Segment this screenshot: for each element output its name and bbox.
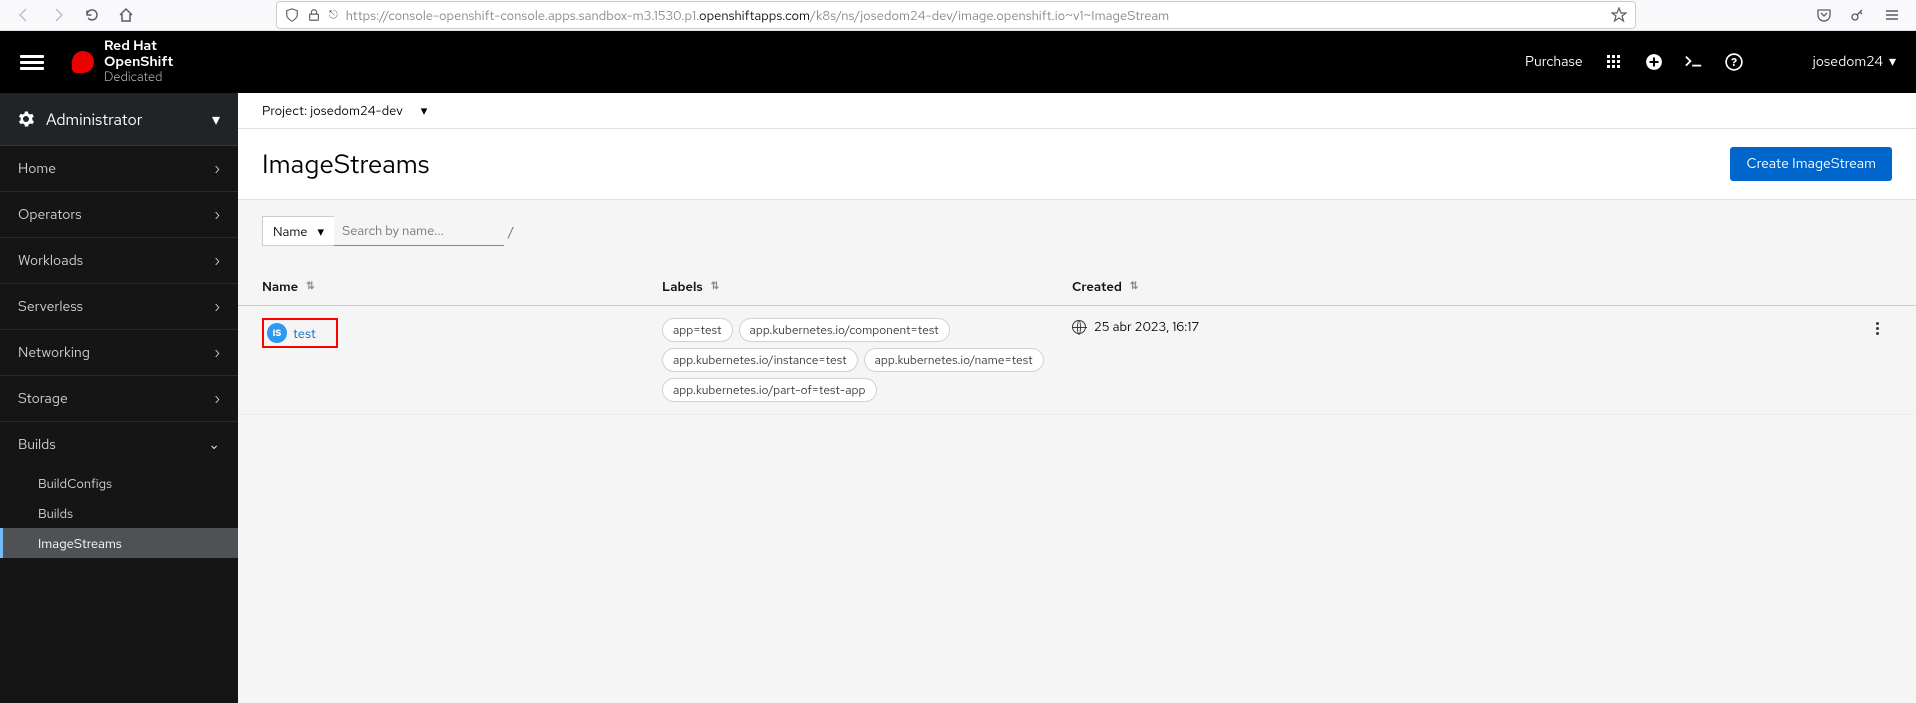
url-text: https://console-openshift-console.apps.s… bbox=[346, 7, 1603, 24]
pocket-icon[interactable] bbox=[1810, 1, 1838, 29]
grid-icon bbox=[1605, 53, 1623, 71]
shield-icon bbox=[285, 8, 299, 22]
perspective-label: Administrator bbox=[46, 109, 142, 130]
sidebar-item-storage[interactable]: Storage› bbox=[0, 376, 238, 422]
sort-icon: ⇅ bbox=[1130, 280, 1138, 293]
resource-name: test bbox=[293, 325, 316, 342]
gear-icon bbox=[18, 111, 34, 127]
col-created[interactable]: Created⇅ bbox=[1072, 268, 1892, 305]
question-circle-icon: ? bbox=[1725, 53, 1743, 71]
import-button[interactable] bbox=[1645, 53, 1663, 71]
browser-toolbar: ⎋ https://console-openshift-console.apps… bbox=[0, 0, 1916, 31]
chevron-right-icon: › bbox=[214, 390, 220, 408]
brand[interactable]: Red Hat OpenShift Dedicated bbox=[72, 39, 173, 84]
url-bar[interactable]: ⎋ https://console-openshift-console.apps… bbox=[276, 1, 1636, 29]
terminal-button[interactable] bbox=[1685, 53, 1703, 71]
create-imagestream-button[interactable]: Create ImageStream bbox=[1730, 147, 1892, 181]
label-pill[interactable]: app.kubernetes.io/component=test bbox=[739, 318, 950, 342]
created-timestamp: 25 abr 2023, 16:17 bbox=[1094, 318, 1199, 335]
page-header: ImageStreams Create ImageStream bbox=[238, 129, 1916, 200]
imagestream-table: Name⇅ Labels⇅ Created⇅ IS test app=test … bbox=[238, 268, 1916, 415]
created-cell: 25 abr 2023, 16:17 bbox=[1072, 318, 1862, 402]
project-label: Project: bbox=[262, 102, 307, 119]
resource-badge-icon: IS bbox=[267, 323, 287, 343]
filter-toolbar: Name▾ / bbox=[238, 200, 1916, 256]
sort-icon: ⇅ bbox=[711, 280, 719, 293]
redhat-logo-icon bbox=[72, 51, 94, 73]
brand-text: Red Hat OpenShift Dedicated bbox=[104, 39, 173, 84]
caret-down-icon: ▾ bbox=[318, 223, 325, 240]
forward-button[interactable] bbox=[44, 1, 72, 29]
resource-link[interactable]: IS test bbox=[262, 318, 338, 348]
labels-cell: app=test app.kubernetes.io/component=tes… bbox=[662, 318, 1072, 402]
user-menu[interactable]: josedom24 ▾ bbox=[1813, 53, 1896, 71]
main-content: Project: josedom24-dev ▾ ImageStreams Cr… bbox=[238, 93, 1916, 703]
perspective-switcher[interactable]: Administrator ▾ bbox=[0, 93, 238, 146]
apps-launcher[interactable] bbox=[1605, 53, 1623, 71]
caret-down-icon: ▾ bbox=[212, 109, 220, 130]
sidebar-item-home[interactable]: Home› bbox=[0, 146, 238, 192]
chevron-right-icon: › bbox=[214, 344, 220, 362]
purchase-link[interactable]: Purchase bbox=[1525, 53, 1583, 71]
filter-type-dropdown[interactable]: Name▾ bbox=[262, 216, 334, 246]
chevron-right-icon: › bbox=[214, 252, 220, 270]
page-title: ImageStreams bbox=[262, 147, 1730, 181]
project-bar[interactable]: Project: josedom24-dev ▾ bbox=[238, 93, 1916, 129]
col-labels[interactable]: Labels⇅ bbox=[662, 268, 1072, 305]
home-button[interactable] bbox=[112, 1, 140, 29]
label-pill[interactable]: app=test bbox=[662, 318, 733, 342]
masthead: Red Hat OpenShift Dedicated Purchase ? j… bbox=[0, 31, 1916, 93]
globe-icon bbox=[1072, 320, 1086, 334]
table-row: IS test app=test app.kubernetes.io/compo… bbox=[238, 306, 1916, 415]
label-pill[interactable]: app.kubernetes.io/name=test bbox=[864, 348, 1044, 372]
chevron-down-icon: ⌄ bbox=[208, 436, 220, 454]
sidebar-item-serverless[interactable]: Serverless› bbox=[0, 284, 238, 330]
star-icon[interactable] bbox=[1611, 7, 1627, 23]
chevron-right-icon: › bbox=[214, 206, 220, 224]
sidebar: Administrator ▾ Home› Operators› Workloa… bbox=[0, 93, 238, 703]
project-name: josedom24-dev bbox=[310, 102, 402, 119]
sidebar-item-workloads[interactable]: Workloads› bbox=[0, 238, 238, 284]
col-name[interactable]: Name⇅ bbox=[262, 268, 662, 305]
lock-icon bbox=[307, 8, 321, 22]
sidebar-sub-imagestreams[interactable]: ImageStreams bbox=[0, 528, 238, 558]
help-button[interactable]: ? bbox=[1725, 53, 1743, 71]
app-menu-icon[interactable] bbox=[1878, 1, 1906, 29]
shortcut-hint: / bbox=[508, 223, 514, 240]
chevron-right-icon: › bbox=[214, 160, 220, 178]
sidebar-item-networking[interactable]: Networking› bbox=[0, 330, 238, 376]
sidebar-sub-builds[interactable]: Builds bbox=[0, 498, 238, 528]
sort-icon: ⇅ bbox=[306, 280, 314, 293]
label-pill[interactable]: app.kubernetes.io/instance=test bbox=[662, 348, 858, 372]
caret-down-icon: ▾ bbox=[421, 102, 428, 119]
permissions-icon: ⎋ bbox=[329, 8, 338, 22]
extension-icon[interactable] bbox=[1844, 1, 1872, 29]
sidebar-item-builds[interactable]: Builds⌄ bbox=[0, 422, 238, 468]
table-header: Name⇅ Labels⇅ Created⇅ bbox=[238, 268, 1916, 306]
search-input[interactable] bbox=[334, 216, 504, 246]
nav-toggle[interactable] bbox=[20, 50, 44, 74]
plus-circle-icon bbox=[1645, 53, 1663, 71]
terminal-icon bbox=[1685, 53, 1703, 71]
reload-button[interactable] bbox=[78, 1, 106, 29]
label-pill[interactable]: app.kubernetes.io/part-of=test-app bbox=[662, 378, 877, 402]
svg-text:?: ? bbox=[1731, 56, 1737, 70]
chevron-right-icon: › bbox=[214, 298, 220, 316]
sidebar-item-operators[interactable]: Operators› bbox=[0, 192, 238, 238]
back-button[interactable] bbox=[10, 1, 38, 29]
sidebar-sub-buildconfigs[interactable]: BuildConfigs bbox=[0, 468, 238, 498]
caret-down-icon: ▾ bbox=[1889, 53, 1896, 71]
row-actions-kebab[interactable] bbox=[1872, 318, 1883, 339]
